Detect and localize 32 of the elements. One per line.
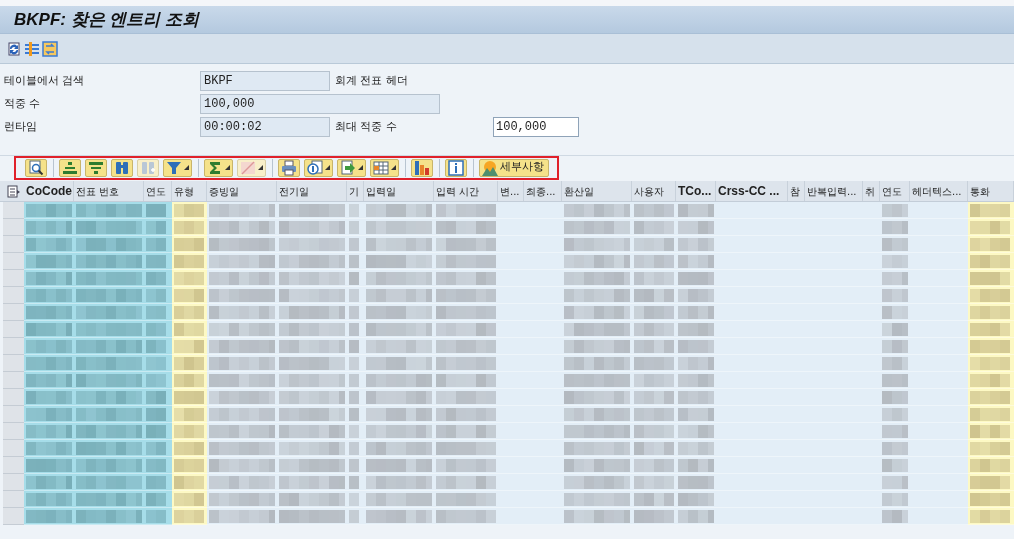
column-header[interactable]: 연도	[880, 181, 910, 201]
column-header[interactable]: Crss-CC ...	[716, 181, 788, 201]
column-header[interactable]: 유형	[172, 181, 207, 201]
column-header[interactable]: CoCode	[24, 181, 74, 201]
details-button[interactable]: 세부사항	[479, 158, 549, 177]
column-header[interactable]: 최종...	[524, 181, 562, 201]
field-label: 테이블에서 검색	[4, 72, 86, 89]
column-header[interactable]: 변...	[498, 181, 524, 201]
column-header[interactable]: 전기일	[277, 181, 347, 201]
column-header[interactable]: 사용자	[632, 181, 676, 201]
column-header[interactable]: 증빙일	[207, 181, 277, 201]
column-header[interactable]: TCo...	[676, 181, 716, 201]
column-header[interactable]: 입력 시간	[434, 181, 498, 201]
column-header[interactable]: 연도	[144, 181, 172, 201]
column-header[interactable]: 참	[788, 181, 805, 201]
field-label: 런타임	[4, 118, 38, 135]
column-header[interactable]: 취	[863, 181, 880, 201]
output-field: 100,000	[200, 94, 440, 114]
field-label: 적중 수	[4, 95, 42, 112]
column-header[interactable]: 반복입력...	[805, 181, 863, 201]
field-label: 최대 적중 수	[335, 118, 398, 135]
column-header[interactable]: 환산일	[562, 181, 632, 201]
input-field[interactable]: 100,000	[493, 117, 579, 137]
output-field: 00:00:02	[200, 117, 330, 137]
window-title: BKPF: 찾은 엔트리 조회	[14, 8, 200, 31]
output-field: BKPF	[200, 71, 330, 91]
column-header[interactable]: 전표 번호	[74, 181, 144, 201]
column-header[interactable]: 입력일	[364, 181, 434, 201]
column-header[interactable]: 통화	[968, 181, 1014, 201]
column-header[interactable]: 기	[347, 181, 364, 201]
column-header[interactable]: 헤더텍스...	[910, 181, 968, 201]
field-description: 회계 전표 헤더	[335, 72, 408, 89]
